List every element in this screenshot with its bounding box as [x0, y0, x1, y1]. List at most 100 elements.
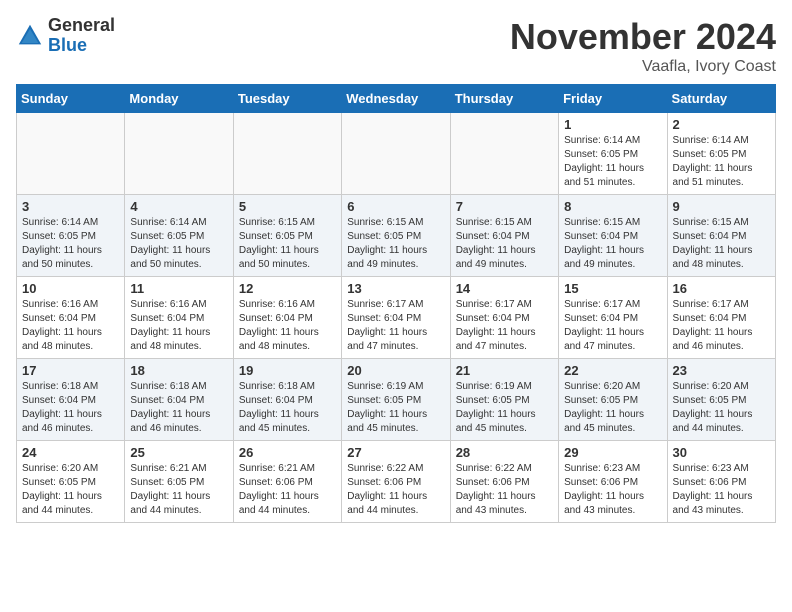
calendar-cell: 9 Sunrise: 6:15 AM Sunset: 6:04 PM Daylig…	[667, 195, 775, 277]
calendar-cell: 12 Sunrise: 6:16 AM Sunset: 6:04 PM Dayli…	[233, 277, 341, 359]
day-info: Sunrise: 6:18 AM Sunset: 6:04 PM Dayligh…	[22, 380, 119, 436]
calendar-week-row: 24 Sunrise: 6:20 AM Sunset: 6:05 PM Dayli…	[17, 441, 776, 523]
day-info: Sunrise: 6:15 AM Sunset: 6:04 PM Dayligh…	[564, 216, 661, 272]
calendar-cell	[125, 113, 233, 195]
day-info: Sunrise: 6:14 AM Sunset: 6:05 PM Dayligh…	[130, 216, 227, 272]
day-info: Sunrise: 6:20 AM Sunset: 6:05 PM Dayligh…	[22, 462, 119, 518]
month-title: November 2024	[510, 16, 776, 58]
logo: General Blue	[16, 16, 115, 56]
day-number: 2	[673, 117, 770, 132]
weekday-header-sunday: Sunday	[17, 85, 125, 113]
day-info: Sunrise: 6:17 AM Sunset: 6:04 PM Dayligh…	[673, 298, 770, 354]
calendar-cell: 23 Sunrise: 6:20 AM Sunset: 6:05 PM Dayli…	[667, 359, 775, 441]
calendar-cell	[17, 113, 125, 195]
day-number: 7	[456, 199, 553, 214]
day-number: 23	[673, 363, 770, 378]
calendar-cell: 21Sunrise: 6:19 AM Sunset: 6:05 PM Dayli…	[450, 359, 558, 441]
calendar-cell: 1 Sunrise: 6:14 AM Sunset: 6:05 PM Daylig…	[559, 113, 667, 195]
calendar-cell: 6 Sunrise: 6:15 AM Sunset: 6:05 PM Daylig…	[342, 195, 450, 277]
weekday-header-row: SundayMondayTuesdayWednesdayThursdayFrid…	[17, 85, 776, 113]
calendar-cell: 25 Sunrise: 6:21 AM Sunset: 6:05 PM Dayli…	[125, 441, 233, 523]
calendar-cell: 3Sunrise: 6:14 AM Sunset: 6:05 PM Daylig…	[17, 195, 125, 277]
day-number: 8	[564, 199, 661, 214]
day-info: Sunrise: 6:17 AM Sunset: 6:04 PM Dayligh…	[564, 298, 661, 354]
day-number: 17	[22, 363, 119, 378]
calendar-cell: 4 Sunrise: 6:14 AM Sunset: 6:05 PM Daylig…	[125, 195, 233, 277]
day-info: Sunrise: 6:15 AM Sunset: 6:05 PM Dayligh…	[239, 216, 336, 272]
day-info: Sunrise: 6:16 AM Sunset: 6:04 PM Dayligh…	[22, 298, 119, 354]
day-number: 4	[130, 199, 227, 214]
day-number: 11	[130, 281, 227, 296]
logo-blue-text: Blue	[48, 36, 115, 56]
calendar-cell	[450, 113, 558, 195]
day-number: 10	[22, 281, 119, 296]
day-number: 19	[239, 363, 336, 378]
calendar-cell: 29 Sunrise: 6:23 AM Sunset: 6:06 PM Dayli…	[559, 441, 667, 523]
day-info: Sunrise: 6:19 AM Sunset: 6:05 PM Dayligh…	[347, 380, 444, 436]
day-number: 20	[347, 363, 444, 378]
weekday-header-friday: Friday	[559, 85, 667, 113]
day-info: Sunrise: 6:17 AM Sunset: 6:04 PM Dayligh…	[347, 298, 444, 354]
day-number: 6	[347, 199, 444, 214]
day-number: 5	[239, 199, 336, 214]
day-number: 14	[456, 281, 553, 296]
day-info: Sunrise: 6:21 AM Sunset: 6:05 PM Dayligh…	[130, 462, 227, 518]
day-info: Sunrise: 6:20 AM Sunset: 6:05 PM Dayligh…	[564, 380, 661, 436]
day-number: 26	[239, 445, 336, 460]
weekday-header-tuesday: Tuesday	[233, 85, 341, 113]
calendar-week-row: 3Sunrise: 6:14 AM Sunset: 6:05 PM Daylig…	[17, 195, 776, 277]
day-number: 18	[130, 363, 227, 378]
day-info: Sunrise: 6:15 AM Sunset: 6:04 PM Dayligh…	[456, 216, 553, 272]
calendar-cell: 28 Sunrise: 6:22 AM Sunset: 6:06 PM Dayli…	[450, 441, 558, 523]
logo-icon	[16, 22, 44, 50]
day-info: Sunrise: 6:22 AM Sunset: 6:06 PM Dayligh…	[347, 462, 444, 518]
day-number: 28	[456, 445, 553, 460]
calendar-cell	[233, 113, 341, 195]
calendar-week-row: 17 Sunrise: 6:18 AM Sunset: 6:04 PM Dayli…	[17, 359, 776, 441]
day-number: 22	[564, 363, 661, 378]
day-info: Sunrise: 6:20 AM Sunset: 6:05 PM Dayligh…	[673, 380, 770, 436]
calendar-cell: 8 Sunrise: 6:15 AM Sunset: 6:04 PM Daylig…	[559, 195, 667, 277]
day-number: 13	[347, 281, 444, 296]
weekday-header-thursday: Thursday	[450, 85, 558, 113]
day-number: 30	[673, 445, 770, 460]
title-block: November 2024 Vaafla, Ivory Coast	[510, 16, 776, 76]
calendar-cell: 19Sunrise: 6:18 AM Sunset: 6:04 PM Dayli…	[233, 359, 341, 441]
day-info: Sunrise: 6:15 AM Sunset: 6:04 PM Dayligh…	[673, 216, 770, 272]
calendar-cell: 2Sunrise: 6:14 AM Sunset: 6:05 PM Daylig…	[667, 113, 775, 195]
day-info: Sunrise: 6:14 AM Sunset: 6:05 PM Dayligh…	[22, 216, 119, 272]
day-number: 9	[673, 199, 770, 214]
calendar-week-row: 1 Sunrise: 6:14 AM Sunset: 6:05 PM Daylig…	[17, 113, 776, 195]
day-info: Sunrise: 6:16 AM Sunset: 6:04 PM Dayligh…	[130, 298, 227, 354]
calendar-week-row: 10 Sunrise: 6:16 AM Sunset: 6:04 PM Dayli…	[17, 277, 776, 359]
page-header: General Blue November 2024 Vaafla, Ivory…	[16, 16, 776, 76]
day-number: 25	[130, 445, 227, 460]
day-info: Sunrise: 6:23 AM Sunset: 6:06 PM Dayligh…	[564, 462, 661, 518]
calendar-cell: 5 Sunrise: 6:15 AM Sunset: 6:05 PM Daylig…	[233, 195, 341, 277]
day-info: Sunrise: 6:14 AM Sunset: 6:05 PM Dayligh…	[564, 134, 661, 190]
calendar-table: SundayMondayTuesdayWednesdayThursdayFrid…	[16, 84, 776, 523]
day-number: 12	[239, 281, 336, 296]
day-info: Sunrise: 6:18 AM Sunset: 6:04 PM Dayligh…	[130, 380, 227, 436]
calendar-cell: 13 Sunrise: 6:17 AM Sunset: 6:04 PM Dayli…	[342, 277, 450, 359]
weekday-header-saturday: Saturday	[667, 85, 775, 113]
day-info: Sunrise: 6:16 AM Sunset: 6:04 PM Dayligh…	[239, 298, 336, 354]
logo-text: General Blue	[48, 16, 115, 56]
day-info: Sunrise: 6:22 AM Sunset: 6:06 PM Dayligh…	[456, 462, 553, 518]
day-info: Sunrise: 6:19 AM Sunset: 6:05 PM Dayligh…	[456, 380, 553, 436]
day-info: Sunrise: 6:15 AM Sunset: 6:05 PM Dayligh…	[347, 216, 444, 272]
calendar-cell: 17 Sunrise: 6:18 AM Sunset: 6:04 PM Dayli…	[17, 359, 125, 441]
day-number: 29	[564, 445, 661, 460]
day-number: 1	[564, 117, 661, 132]
calendar-cell: 24 Sunrise: 6:20 AM Sunset: 6:05 PM Dayli…	[17, 441, 125, 523]
calendar-cell: 30Sunrise: 6:23 AM Sunset: 6:06 PM Dayli…	[667, 441, 775, 523]
location-text: Vaafla, Ivory Coast	[510, 58, 776, 76]
calendar-cell: 26Sunrise: 6:21 AM Sunset: 6:06 PM Dayli…	[233, 441, 341, 523]
calendar-cell: 11 Sunrise: 6:16 AM Sunset: 6:04 PM Dayli…	[125, 277, 233, 359]
calendar-cell: 20 Sunrise: 6:19 AM Sunset: 6:05 PM Dayli…	[342, 359, 450, 441]
calendar-cell: 10 Sunrise: 6:16 AM Sunset: 6:04 PM Dayli…	[17, 277, 125, 359]
day-number: 15	[564, 281, 661, 296]
day-number: 24	[22, 445, 119, 460]
logo-general-text: General	[48, 16, 115, 36]
day-number: 16	[673, 281, 770, 296]
